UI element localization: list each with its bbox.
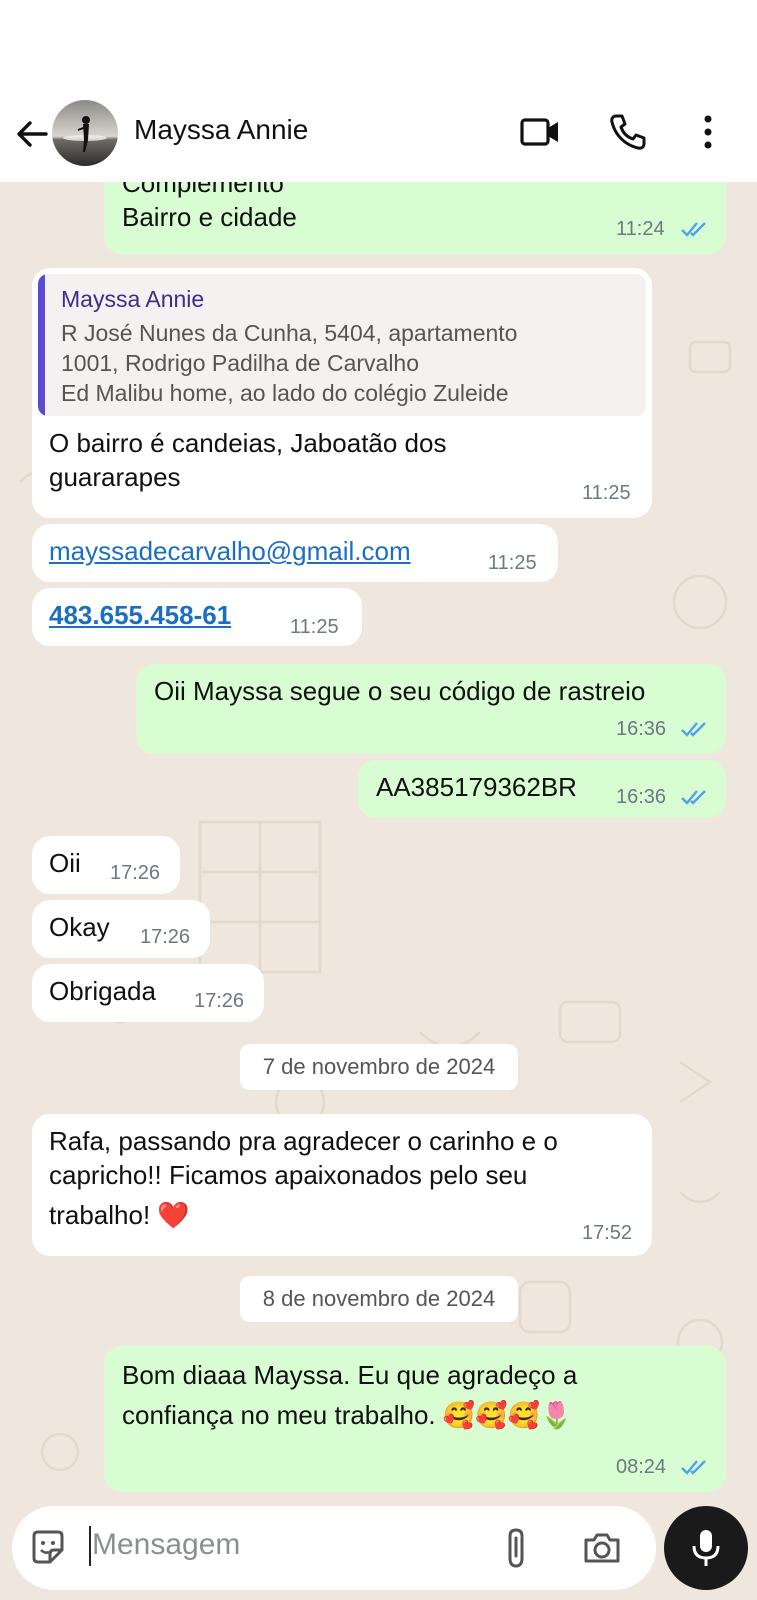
read-receipt-icon xyxy=(681,790,706,805)
message-bubble-outgoing[interactable]: Complemento Bairro e cidade 11:24 xyxy=(104,182,726,254)
message-text-line: Rafa, passando pra agradecer o carinho e… xyxy=(49,1126,558,1156)
message-time: 17:26 xyxy=(140,926,191,948)
message-bubble-incoming[interactable]: Mayssa Annie R José Nunes da Cunha, 5404… xyxy=(32,268,652,518)
message-time: 17:26 xyxy=(194,990,245,1012)
message-text: Oii Mayssa segue o seu código de rastrei… xyxy=(154,676,646,706)
contact-name[interactable]: Mayssa Annie xyxy=(134,114,308,146)
quoted-text-line: 1001, Rodrigo Padilha de Carvalho xyxy=(61,350,420,376)
quote-accent-bar xyxy=(38,274,45,416)
number-link[interactable]: 483.655.458-61 xyxy=(49,598,231,632)
contact-avatar[interactable] xyxy=(52,100,118,166)
voice-record-button[interactable] xyxy=(664,1506,748,1590)
message-text-line: confiança no meu trabalho. 🥰🥰🥰🌷 xyxy=(122,1400,573,1430)
quoted-author: Mayssa Annie xyxy=(61,286,205,312)
message-text-line: guararapes xyxy=(49,462,181,492)
message-text-line: Complemento xyxy=(122,182,284,198)
quoted-text-line: R José Nunes da Cunha, 5404, apartamento xyxy=(61,320,518,346)
message-text-line: Bairro e cidade xyxy=(122,202,297,232)
email-link[interactable]: mayssadecarvalho@gmail.com xyxy=(49,534,411,568)
attach-icon[interactable] xyxy=(502,1526,532,1570)
message-text-line: O bairro é candeias, Jaboatão dos xyxy=(49,428,447,458)
camera-icon[interactable] xyxy=(582,1528,622,1568)
more-options-icon[interactable] xyxy=(696,110,720,154)
message-composer[interactable]: Mensagem xyxy=(12,1506,656,1590)
message-text-line: trabalho! ❤️ xyxy=(49,1200,190,1230)
microphone-icon xyxy=(692,1530,720,1566)
chat-header: Mayssa Annie xyxy=(0,92,757,182)
message-text-line: capricho!! Ficamos apaixonados pelo seu xyxy=(49,1160,528,1190)
message-time: 17:26 xyxy=(110,862,161,884)
quoted-text-line: Ed Malibu home, ao lado do colégio Zulei… xyxy=(61,380,509,406)
message-text-line: Bom diaaa Mayssa. Eu que agradeço a xyxy=(122,1360,578,1390)
video-call-icon[interactable] xyxy=(518,110,562,154)
message-time: 11:25 xyxy=(582,482,631,504)
date-separator: 8 de novembro de 2024 xyxy=(240,1276,518,1322)
chat-area[interactable]: Complemento Bairro e cidade 11:24 Mayssa… xyxy=(0,182,757,1500)
message-bubble-incoming[interactable]: Obrigada 17:26 xyxy=(32,964,264,1022)
message-text: Okay xyxy=(49,912,110,942)
message-time: 08:24 xyxy=(616,1456,667,1478)
message-bubble-outgoing[interactable]: AA385179362BR 16:36 xyxy=(358,760,726,818)
text-caret xyxy=(89,1526,91,1566)
message-bubble-incoming[interactable]: Oii 17:26 xyxy=(32,836,180,894)
voice-call-icon[interactable] xyxy=(606,110,650,154)
message-bubble-incoming[interactable]: Okay 17:26 xyxy=(32,900,210,958)
read-receipt-icon xyxy=(681,722,706,737)
message-input[interactable]: Mensagem xyxy=(92,1528,240,1562)
message-time: 11:24 xyxy=(616,218,665,240)
read-receipt-icon xyxy=(681,1460,706,1475)
message-time: 17:52 xyxy=(582,1222,633,1244)
back-arrow-icon[interactable] xyxy=(12,114,52,154)
quoted-message[interactable]: Mayssa Annie R José Nunes da Cunha, 5404… xyxy=(38,274,646,416)
status-bar xyxy=(0,0,757,92)
message-bubble-incoming[interactable]: Rafa, passando pra agradecer o carinho e… xyxy=(32,1114,652,1256)
message-time: 11:25 xyxy=(488,552,537,574)
message-bubble-outgoing[interactable]: Bom diaaa Mayssa. Eu que agradeço a conf… xyxy=(104,1346,726,1492)
date-separator: 7 de novembro de 2024 xyxy=(240,1044,518,1090)
message-bubble-incoming[interactable]: mayssadecarvalho@gmail.com 11:25 xyxy=(32,524,558,582)
message-bubble-incoming[interactable]: 483.655.458-61 11:25 xyxy=(32,588,362,646)
message-text: Oii xyxy=(49,848,81,878)
message-text: AA385179362BR xyxy=(376,772,577,802)
message-text: Obrigada xyxy=(49,976,156,1006)
message-time: 16:36 xyxy=(616,718,667,740)
message-bubble-outgoing[interactable]: Oii Mayssa segue o seu código de rastrei… xyxy=(136,664,726,754)
read-receipt-icon xyxy=(681,222,706,237)
message-time: 16:36 xyxy=(616,786,667,808)
sticker-icon[interactable] xyxy=(28,1528,68,1568)
message-time: 11:25 xyxy=(290,616,339,638)
